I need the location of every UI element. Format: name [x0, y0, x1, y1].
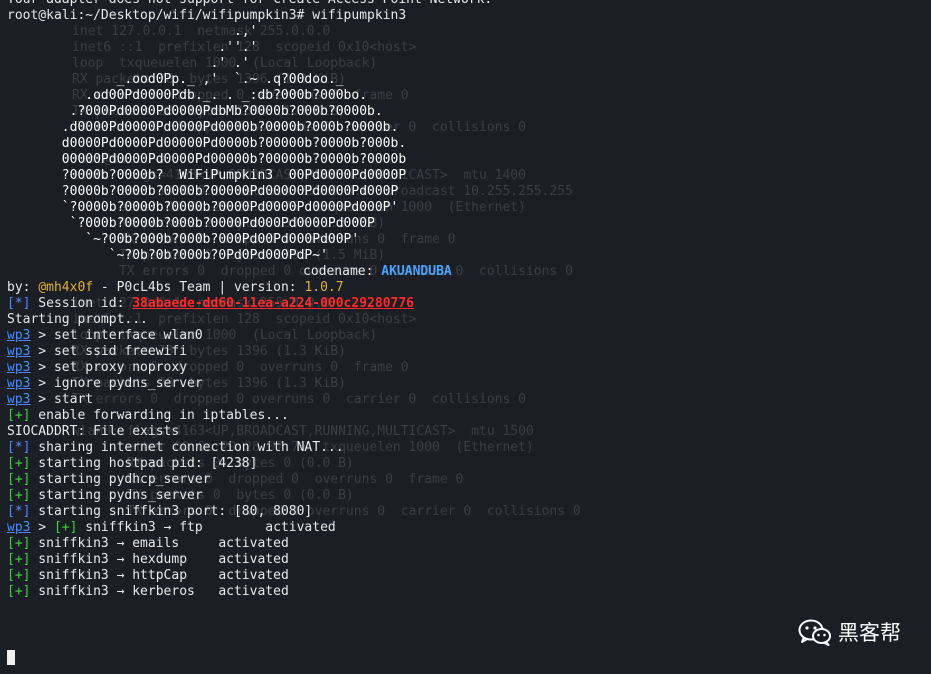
- command-text: > ignore pydns_server: [30, 376, 203, 391]
- log-text: starting pydhcp_server: [30, 472, 211, 487]
- wp3-prompt[interactable]: wp3: [7, 520, 30, 535]
- command-line: wp3 > start: [7, 392, 492, 408]
- terminal-cursor[interactable]: [7, 650, 15, 665]
- by-label: by:: [7, 280, 39, 295]
- success-tag: [+]: [7, 408, 31, 423]
- info-tag: [*]: [7, 296, 31, 311]
- log-text: starting pydns_server: [30, 488, 203, 503]
- wp3-prompt[interactable]: wp3: [7, 344, 30, 359]
- command-text: > set proxy noproxy: [30, 360, 188, 375]
- watermark: 黑客帮: [798, 617, 901, 647]
- ascii-art-line: .' .': [7, 56, 250, 71]
- command-line: wp3 > set ssid freewifi: [7, 344, 492, 360]
- log-text: starting sniffkin3 port: [80, 8080]: [30, 504, 313, 519]
- version-number: 1.0.7: [304, 280, 344, 295]
- ascii-art-line: ?0000b?0000b? WiFiPumpkin3 00Pd0000Pd000…: [7, 168, 407, 183]
- log-line: [+] starting pydns_server: [7, 488, 492, 504]
- terminal-output: Your adapter does not support for create…: [7, 0, 492, 600]
- session-label: Session id:: [30, 296, 133, 311]
- log-line: [+] starting hostpad pid: [4238]: [7, 456, 492, 472]
- ascii-art-banner: .,' .''.' .' .' _.ood0Pp._ ,' `.~ .q?00d…: [7, 24, 492, 264]
- command-line: wp3 > set interface wlan0: [7, 328, 492, 344]
- session-id-link[interactable]: 38abaede-dd60-11ea-a224-000c29280776: [132, 296, 414, 311]
- shell-command-line: root@kali:~/Desktop/wifi/wifipumpkin3# w…: [7, 8, 407, 23]
- wp3-prompt[interactable]: wp3: [7, 328, 30, 343]
- ascii-art-line: ?0000b?0000b?0000b?00000Pd00000Pd0000Pd0…: [7, 184, 399, 199]
- log-line: [+] starting pydhcp_server: [7, 472, 492, 488]
- wp3-prompt[interactable]: wp3: [7, 360, 30, 375]
- ascii-art-line: `~?00b?000b?000b?000Pd00Pd000Pd00P': [7, 232, 360, 247]
- success-tag: [+]: [53, 520, 78, 535]
- log-line: [+] sniffkin3 → hexdump activated: [7, 552, 492, 568]
- log-line: [+] sniffkin3 → httpCap activated: [7, 568, 492, 584]
- log-text: sharing internet connection with NAT...: [30, 440, 344, 455]
- log-line: wp3 > [+] sniffkin3 → ftp activated: [7, 520, 492, 536]
- ascii-art-line: .?000Pd0000Pd0000PdbMb?0000b?000b?0000b.: [7, 104, 383, 119]
- session-line: [*] Session id: 38abaede-dd60-11ea-a224-…: [7, 296, 492, 312]
- log-text: sniffkin3 → hexdump activated: [30, 552, 289, 567]
- log-line: SIOCADDRT: File exists: [7, 424, 180, 439]
- ascii-art-line: .,': [7, 24, 258, 39]
- codename-value: AKUANDUBA: [381, 264, 452, 279]
- log-text: sniffkin3 → httpCap activated: [30, 568, 289, 583]
- codename-label: codename:: [303, 264, 382, 279]
- ascii-art-line: `?0000b?0000b?0000b?0000Pd0000Pd0000Pd00…: [7, 200, 399, 215]
- command-text: > start: [30, 392, 94, 407]
- command-line: wp3 > set proxy noproxy: [7, 360, 492, 376]
- log-line: [+] sniffkin3 → kerberos activated: [7, 584, 492, 600]
- command-line: wp3 > ignore pydns_server: [7, 376, 492, 392]
- log-line: [+] sniffkin3 → emails activated: [7, 536, 492, 552]
- success-tag: [+]: [7, 456, 31, 471]
- command-text: > set ssid freewifi: [30, 344, 188, 359]
- starting-prompt-line: Starting prompt...: [7, 312, 148, 327]
- success-tag: [+]: [7, 488, 31, 503]
- adapter-message: Your adapter does not support for create…: [7, 0, 492, 8]
- info-tag: [*]: [7, 504, 31, 519]
- credits-line: by: @mh4x0f - P0cL4bs Team | version: 1.…: [7, 280, 492, 296]
- codename-line: codename: AKUANDUBA: [7, 264, 492, 280]
- ascii-art-line: .od00Pd0000Pdb._. . _:db?000b?000bo.: [7, 88, 368, 103]
- team-version-text: - P0cL4bs Team | version:: [93, 280, 305, 295]
- success-tag: [+]: [7, 472, 31, 487]
- log-line: [+] enable forwarding in iptables...: [7, 408, 492, 424]
- terminal-window[interactable]: inet 127.0.0.1 netmask 255.0.0.0 inet6 :…: [0, 0, 931, 674]
- log-line: [*] sharing internet connection with NAT…: [7, 440, 492, 456]
- wechat-icon: [798, 618, 832, 646]
- author-handle: @mh4x0f: [38, 280, 94, 295]
- success-tag: [+]: [7, 584, 31, 599]
- wp3-prompt[interactable]: wp3: [7, 392, 30, 407]
- info-tag: [*]: [7, 440, 31, 455]
- success-tag: [+]: [7, 568, 31, 583]
- ascii-art-line: d0000Pd0000Pd00000Pd0000b?00000b?0000b?0…: [7, 136, 407, 151]
- log-text: enable forwarding in iptables...: [30, 408, 289, 423]
- log-line: [*] starting sniffkin3 port: [80, 8080]: [7, 504, 492, 520]
- command-text: > set interface wlan0: [30, 328, 203, 343]
- ascii-art-line: 00000Pd0000Pd0000Pd00000b?00000b?0000b?0…: [7, 152, 407, 167]
- ascii-art-line: .''.': [7, 40, 258, 55]
- watermark-text: 黑客帮: [838, 621, 901, 645]
- log-text: sniffkin3 → kerberos activated: [30, 584, 289, 599]
- ascii-art-line: `~?0b?0b?000b?0Pd0Pd000PdP~': [7, 248, 328, 263]
- log-text: starting hostpad pid: [4238]: [30, 456, 258, 471]
- prompt-separator: >: [30, 520, 54, 535]
- success-tag: [+]: [7, 552, 31, 567]
- success-tag: [+]: [7, 536, 31, 551]
- log-text: sniffkin3 → ftp activated: [77, 520, 336, 535]
- wp3-prompt[interactable]: wp3: [7, 376, 30, 391]
- ascii-art-line: `?000b?0000b?000b?0000Pd000Pd0000Pd000P: [7, 216, 375, 231]
- log-text: sniffkin3 → emails activated: [30, 536, 289, 551]
- ascii-art-line: .d0000Pd0000Pd0000Pd0000b?0000b?000b?000…: [7, 120, 399, 135]
- ascii-art-line: _.ood0Pp._ ,' `.~ .q?00doo._: [7, 72, 344, 87]
